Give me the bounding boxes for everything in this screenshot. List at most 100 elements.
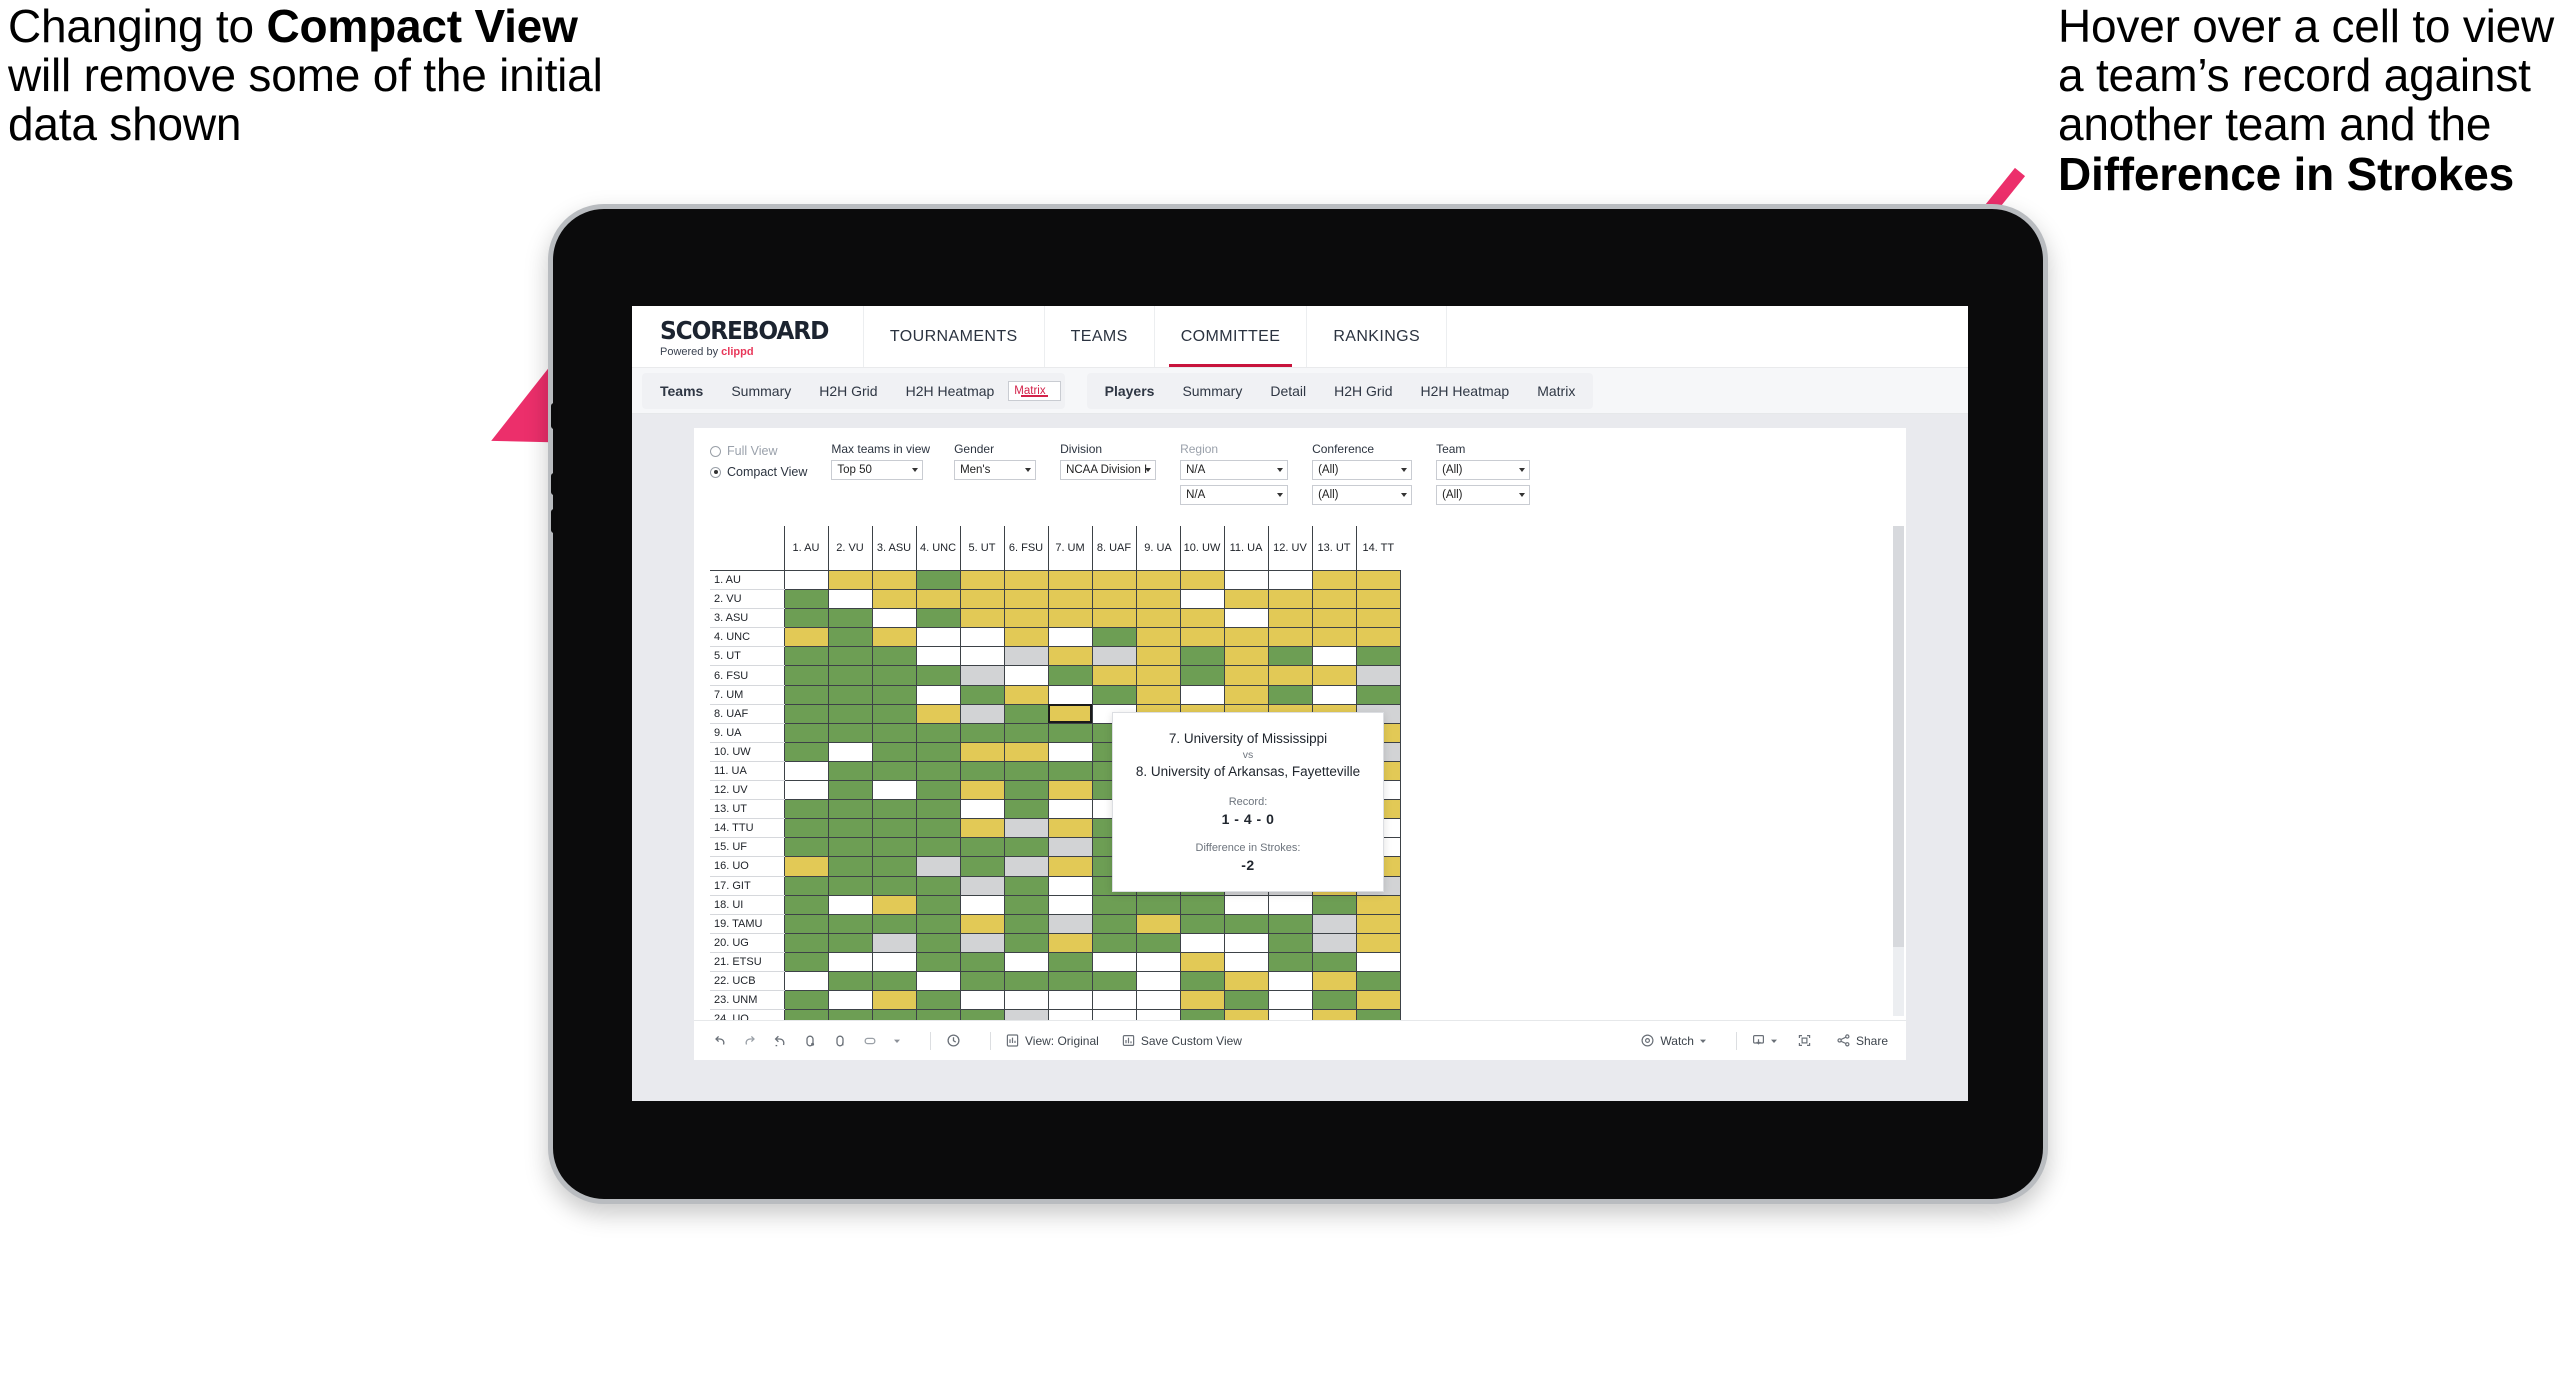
matrix-cell[interactable] [1003, 894, 1049, 915]
share-button[interactable]: Share [1836, 1033, 1888, 1048]
matrix-cell[interactable] [915, 627, 961, 648]
matrix-cell[interactable] [1135, 646, 1181, 667]
matrix-cell[interactable] [915, 818, 961, 839]
matrix-col-header[interactable]: 6. FSU [1003, 526, 1049, 570]
matrix-cell[interactable] [915, 608, 961, 629]
matrix-cell[interactable] [1091, 569, 1137, 591]
matrix-cell[interactable] [1047, 837, 1093, 858]
matrix-cell[interactable] [1003, 856, 1049, 877]
matrix-cell[interactable] [871, 684, 917, 705]
matrix-cell[interactable] [959, 569, 1005, 591]
matrix-cell[interactable] [1047, 627, 1093, 648]
matrix-row-header[interactable]: 17. GIT [710, 876, 785, 896]
chevron-down-icon[interactable] [892, 1033, 902, 1049]
matrix-cell[interactable] [1047, 703, 1093, 724]
matrix-cell[interactable] [1311, 894, 1357, 915]
matrix-cell[interactable] [783, 856, 829, 877]
save-custom-view-button[interactable]: Save Custom View [1121, 1033, 1242, 1048]
tab-players-h2h-heatmap[interactable]: H2H Heatmap [1407, 373, 1524, 409]
matrix-cell[interactable] [1135, 627, 1181, 648]
view-original-button[interactable]: View: Original [1005, 1033, 1099, 1048]
region-select-1[interactable]: N/A [1180, 460, 1289, 480]
matrix-cell[interactable] [1047, 913, 1093, 934]
matrix-cell[interactable] [827, 665, 873, 686]
matrix-cell[interactable] [1091, 627, 1137, 648]
matrix-cell[interactable] [959, 722, 1005, 743]
matrix-cell[interactable] [1047, 970, 1093, 992]
matrix-cell[interactable] [915, 760, 961, 782]
matrix-cell[interactable] [959, 818, 1005, 839]
matrix-cell[interactable] [1355, 894, 1401, 915]
matrix-cell[interactable] [783, 722, 829, 743]
device-button-bottom[interactable] [551, 509, 558, 533]
matrix-cell[interactable] [1135, 990, 1181, 1011]
matrix-cell[interactable] [783, 837, 829, 858]
matrix-cell[interactable] [871, 970, 917, 992]
matrix-col-header[interactable]: 4. UNC [915, 526, 961, 570]
matrix-cell[interactable] [871, 932, 917, 953]
matrix-cell[interactable] [1223, 665, 1269, 686]
matrix-row-header[interactable]: 12. UV [710, 780, 785, 801]
matrix-cell[interactable] [959, 837, 1005, 858]
matrix-cell[interactable] [1267, 894, 1313, 915]
matrix-vertical-scroll-thumb[interactable] [1893, 526, 1904, 948]
matrix-cell[interactable] [915, 589, 961, 610]
matrix-cell[interactable] [1047, 894, 1093, 915]
matrix-cell[interactable] [1003, 722, 1049, 743]
matrix-cell[interactable] [1179, 970, 1225, 992]
matrix-cell[interactable] [1047, 799, 1093, 820]
matrix-cell[interactable] [783, 589, 829, 610]
matrix-cell[interactable] [871, 703, 917, 724]
matrix-row-header[interactable]: 10. UW [710, 742, 785, 762]
matrix-cell[interactable] [915, 665, 961, 686]
matrix-cell[interactable] [1267, 970, 1313, 992]
matrix-col-header[interactable]: 11. UA [1223, 526, 1269, 570]
matrix-cell[interactable] [1003, 703, 1049, 724]
matrix-cell[interactable] [959, 589, 1005, 610]
matrix-cell[interactable] [1047, 569, 1093, 591]
matrix-cell[interactable] [1047, 818, 1093, 839]
matrix-cell[interactable] [915, 722, 961, 743]
matrix-cell[interactable] [827, 856, 873, 877]
matrix-cell[interactable] [1091, 951, 1137, 972]
download-button[interactable] [1751, 1033, 1779, 1048]
max-teams-select[interactable]: Top 50 [831, 460, 924, 480]
matrix-cell[interactable] [1091, 589, 1137, 610]
division-select[interactable]: NCAA Division I [1060, 460, 1157, 480]
matrix-cell[interactable] [1135, 913, 1181, 934]
matrix-cell[interactable] [959, 799, 1005, 820]
matrix-row-header[interactable]: 6. FSU [710, 665, 785, 686]
matrix-cell[interactable] [1355, 627, 1401, 648]
matrix-cell[interactable] [827, 608, 873, 629]
matrix-cell[interactable] [1355, 684, 1401, 705]
matrix-cell[interactable] [827, 589, 873, 610]
matrix-row-header[interactable]: 19. TAMU [710, 914, 785, 934]
matrix-row-header[interactable]: 23. UNM [710, 990, 785, 1011]
matrix-cell[interactable] [1091, 970, 1137, 992]
matrix-cell[interactable] [1311, 970, 1357, 992]
matrix-col-header[interactable]: 1. AU [783, 526, 829, 570]
matrix-cell[interactable] [1003, 780, 1049, 801]
tab-teams-matrix[interactable]: Matrix [1008, 380, 1061, 401]
matrix-cell[interactable] [827, 646, 873, 667]
matrix-cell[interactable] [827, 913, 873, 934]
matrix-cell[interactable] [1179, 951, 1225, 972]
matrix-cell[interactable] [959, 627, 1005, 648]
matrix-cell[interactable] [871, 875, 917, 896]
matrix-cell[interactable] [1355, 970, 1401, 992]
matrix-cell[interactable] [1047, 875, 1093, 896]
matrix-row-header[interactable]: 13. UT [710, 799, 785, 820]
matrix-cell[interactable] [915, 741, 961, 762]
matrix-cell[interactable] [871, 913, 917, 934]
shape-icon[interactable] [862, 1033, 878, 1049]
matrix-cell[interactable] [783, 990, 829, 1011]
matrix-cell[interactable] [783, 741, 829, 762]
matrix-cell[interactable] [915, 684, 961, 705]
matrix-cell[interactable] [1267, 951, 1313, 972]
matrix-cell[interactable] [1003, 646, 1049, 667]
nav-item-committee[interactable]: COMMITTEE [1153, 306, 1307, 367]
matrix-row-header[interactable]: 22. UCB [710, 971, 785, 992]
matrix-cell[interactable] [1003, 990, 1049, 1011]
matrix-cell[interactable] [1267, 684, 1313, 705]
matrix-cell[interactable] [915, 990, 961, 1011]
